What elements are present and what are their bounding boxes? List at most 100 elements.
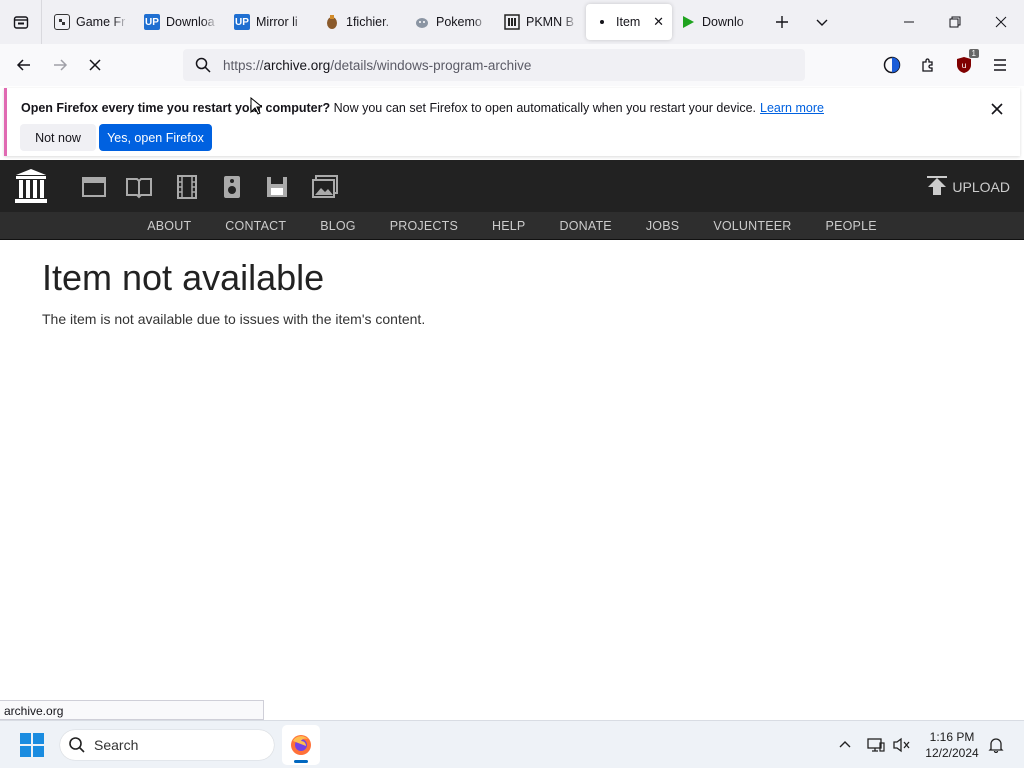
puzzle-icon — [922, 58, 933, 72]
notification-bold-text: Open Firefox every time you restart your… — [21, 101, 331, 115]
texts-book-icon[interactable] — [126, 174, 152, 200]
content-blocking-button[interactable] — [877, 50, 907, 80]
nav-people[interactable]: PEOPLE — [826, 219, 877, 233]
images-icon[interactable] — [311, 174, 339, 200]
url-scheme: https:// — [223, 57, 264, 73]
half-circle-icon — [883, 56, 901, 74]
firefox-icon — [291, 735, 311, 755]
hamburger-menu-icon — [994, 59, 1006, 71]
firefox-autostart-notification: Open Firefox every time you restart your… — [4, 88, 1020, 156]
nav-contact[interactable]: CONTACT — [225, 219, 286, 233]
tab-title: Downlo — [702, 15, 744, 29]
url-host: archive.org — [263, 57, 331, 73]
url-text[interactable]: https://archive.org/details/windows-prog… — [223, 58, 531, 73]
network-status-button[interactable] — [866, 735, 886, 755]
windows-start-icon[interactable] — [20, 733, 44, 757]
notifications-button[interactable] — [986, 735, 1006, 755]
video-film-icon[interactable] — [174, 174, 200, 200]
yes-open-firefox-button[interactable]: Yes, open Firefox — [99, 124, 212, 151]
tab-title: 1fichier. — [346, 15, 390, 29]
web-icon[interactable] — [81, 174, 107, 200]
upload-arrow-icon — [927, 176, 948, 195]
taskbar-search-box[interactable]: Search — [60, 730, 274, 760]
list-all-tabs-button[interactable] — [802, 4, 842, 40]
tab-game[interactable]: Game Fr — [46, 4, 136, 40]
navigation-toolbar: https://archive.org/details/windows-prog… — [0, 44, 1024, 86]
tab-download-play[interactable]: Downlo — [672, 4, 762, 40]
volume-button[interactable] — [892, 735, 912, 755]
tab-download-upfile[interactable]: UP Downloa — [136, 4, 226, 40]
upload-button[interactable]: UPLOAD — [925, 176, 1010, 198]
nav-volunteer[interactable]: VOLUNTEER — [713, 219, 791, 233]
active-app-indicator — [294, 760, 308, 763]
tab-close-icon[interactable]: ✕ — [653, 14, 664, 30]
search-icon — [69, 737, 85, 753]
internet-archive-logo-icon[interactable] — [14, 167, 48, 205]
bell-icon — [988, 738, 1004, 753]
minimize-icon — [904, 21, 914, 23]
loading-dot-icon — [594, 14, 610, 30]
nav-blog[interactable]: BLOG — [320, 219, 356, 233]
url-path: /details/windows-program-archive — [330, 57, 532, 73]
forward-button[interactable] — [45, 50, 75, 80]
ublock-shield-icon: u — [957, 57, 971, 73]
back-button[interactable] — [9, 50, 39, 80]
firefox-view-icon — [13, 16, 28, 29]
status-panel: archive.org — [0, 700, 264, 720]
nav-projects[interactable]: PROJECTS — [390, 219, 458, 233]
notification-text: Now you can set Firefox to open automati… — [330, 101, 757, 115]
page-title: Item not available — [42, 257, 325, 298]
arrow-right-icon — [54, 59, 68, 71]
ia-secondary-nav: ABOUT CONTACT BLOG PROJECTS HELP DONATE … — [0, 212, 1024, 240]
new-tab-button[interactable] — [762, 4, 802, 40]
tab-title: Downloa — [166, 15, 215, 29]
close-window-button[interactable] — [978, 0, 1024, 44]
tab-mirror[interactable]: UP Mirror li — [226, 4, 316, 40]
clock-time: 1:16 PM — [929, 730, 975, 744]
stop-icon — [89, 59, 101, 71]
svg-text:u: u — [961, 61, 966, 70]
taskbar-clock[interactable]: 1:16 PM 12/2/2024 — [914, 729, 990, 761]
tab-item-active[interactable]: Item ✕ — [586, 4, 672, 40]
not-now-button[interactable]: Not now — [20, 124, 96, 151]
volume-muted-icon — [893, 737, 910, 753]
clock-date: 12/2/2024 — [925, 746, 979, 760]
tab-title: Pokemo — [436, 15, 482, 29]
software-floppy-icon[interactable] — [264, 174, 290, 200]
tab-title: Mirror li — [256, 15, 298, 29]
plus-icon — [776, 16, 788, 28]
error-message: The item is not available due to issues … — [42, 311, 426, 327]
show-hidden-icons-button[interactable] — [835, 735, 855, 755]
tab-title: Item — [616, 15, 641, 29]
ublock-button[interactable]: u 1 — [949, 49, 979, 80]
mouse-cursor-icon — [250, 97, 262, 115]
game-favicon — [54, 14, 70, 30]
tab-pkmn-archive[interactable]: PKMN B — [496, 4, 586, 40]
nav-about[interactable]: ABOUT — [147, 219, 191, 233]
chevron-up-icon — [839, 741, 851, 748]
restore-button[interactable] — [932, 0, 978, 44]
ublock-badge: 1 — [968, 49, 979, 58]
tab-pokemon[interactable]: Pokemo — [406, 4, 496, 40]
extensions-button[interactable] — [913, 50, 943, 80]
app-menu-button[interactable] — [985, 50, 1015, 80]
learn-more-link[interactable]: Learn more — [760, 101, 824, 115]
minimize-button[interactable] — [886, 0, 932, 44]
url-bar[interactable]: https://archive.org/details/windows-prog… — [183, 49, 805, 81]
stop-loading-button[interactable] — [80, 50, 110, 80]
close-icon — [995, 16, 1007, 28]
upfile-favicon: UP — [144, 14, 160, 30]
notification-close-button[interactable] — [986, 98, 1008, 120]
tab-1fichier[interactable]: 1fichier. — [316, 4, 406, 40]
nav-donate[interactable]: DONATE — [559, 219, 611, 233]
nav-help[interactable]: HELP — [492, 219, 525, 233]
tab-title: PKMN B — [526, 15, 574, 29]
upload-label: UPLOAD — [952, 179, 1010, 195]
audio-speaker-icon[interactable] — [219, 174, 245, 200]
archive-favicon — [504, 14, 520, 30]
tab-strip: Game Fr UP Downloa UP Mirror li 1fichier… — [0, 0, 1024, 44]
firefox-view-button[interactable] — [0, 0, 42, 44]
nav-jobs[interactable]: JOBS — [646, 219, 679, 233]
network-icon — [867, 738, 885, 752]
taskbar-firefox-button[interactable] — [282, 725, 320, 765]
